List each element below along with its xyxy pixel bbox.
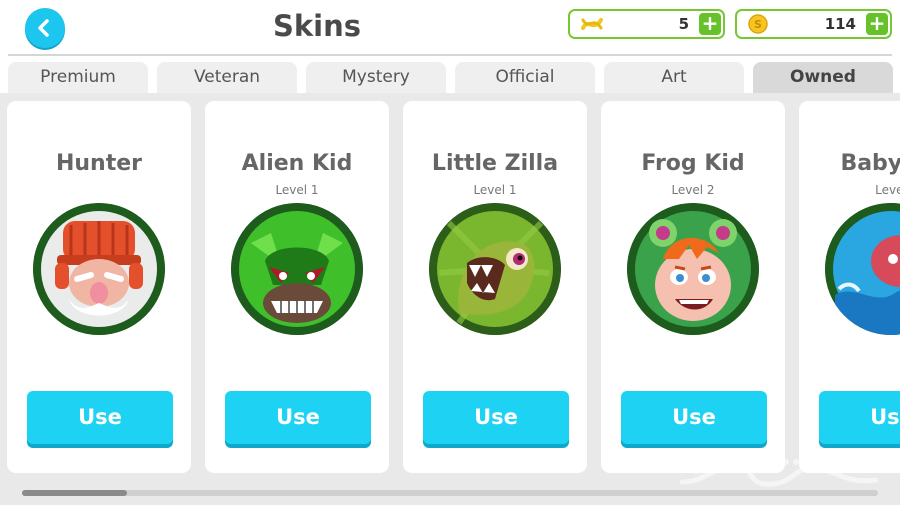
use-button[interactable]: Use [423,391,569,444]
skin-card-frog-kid: Frog Kid Level 2 Use [601,101,785,473]
tab-veteran[interactable]: Veteran [157,62,297,93]
frog-kid-avatar [627,203,759,335]
scrollbar-thumb[interactable] [22,490,127,496]
use-button[interactable]: Use [225,391,371,444]
svg-text:S: S [754,18,762,31]
tab-art[interactable]: Art [604,62,744,93]
use-button[interactable]: Use [819,391,900,444]
little-zilla-avatar [429,203,561,335]
baby-octopus-avatar [825,203,900,335]
skin-level: Level [875,183,900,197]
header-divider [8,54,892,56]
skin-level: Level 1 [473,183,517,197]
tab-bar: Premium Veteran Mystery Official Art Own… [0,60,900,93]
skin-name: Alien Kid [241,151,353,176]
skin-card-baby-octopus: Baby Oc Level Use [799,101,900,473]
coin-count: 114 [824,15,856,33]
skin-card-alien-kid: Alien Kid Level 1 Use [205,101,389,473]
skin-card-little-zilla: Little Zilla Level 1 Use [403,101,587,473]
alien-kid-avatar [231,203,363,335]
coin-currency: S 114 + [735,9,892,39]
header: Skins 5 + S 114 + [0,0,900,56]
tab-official[interactable]: Official [455,62,595,93]
skins-list[interactable]: Hunter Use Alien Kid Level 1 Use Little … [0,93,900,505]
skin-card-hunter: Hunter Use [7,101,191,473]
skin-level: Level 1 [275,183,319,197]
page-title: Skins [272,9,362,43]
skin-name: Baby Oc [840,151,900,176]
tab-premium[interactable]: Premium [8,62,148,93]
dna-count: 5 [678,15,689,33]
watermark-logo [679,459,879,487]
add-coins-button[interactable]: + [866,13,888,35]
tab-mystery[interactable]: Mystery [306,62,446,93]
skin-level: Level 2 [671,183,715,197]
skin-name: Hunter [55,151,143,176]
skin-name: Little Zilla [431,151,559,176]
hunter-avatar [33,203,165,335]
dna-icon [581,18,603,30]
use-button[interactable]: Use [27,391,173,444]
tab-owned[interactable]: Owned [753,62,893,93]
coin-icon: S [748,14,768,34]
skin-name: Frog Kid [641,151,745,176]
add-dna-button[interactable]: + [699,13,721,35]
dna-currency: 5 + [568,9,725,39]
use-button[interactable]: Use [621,391,767,444]
